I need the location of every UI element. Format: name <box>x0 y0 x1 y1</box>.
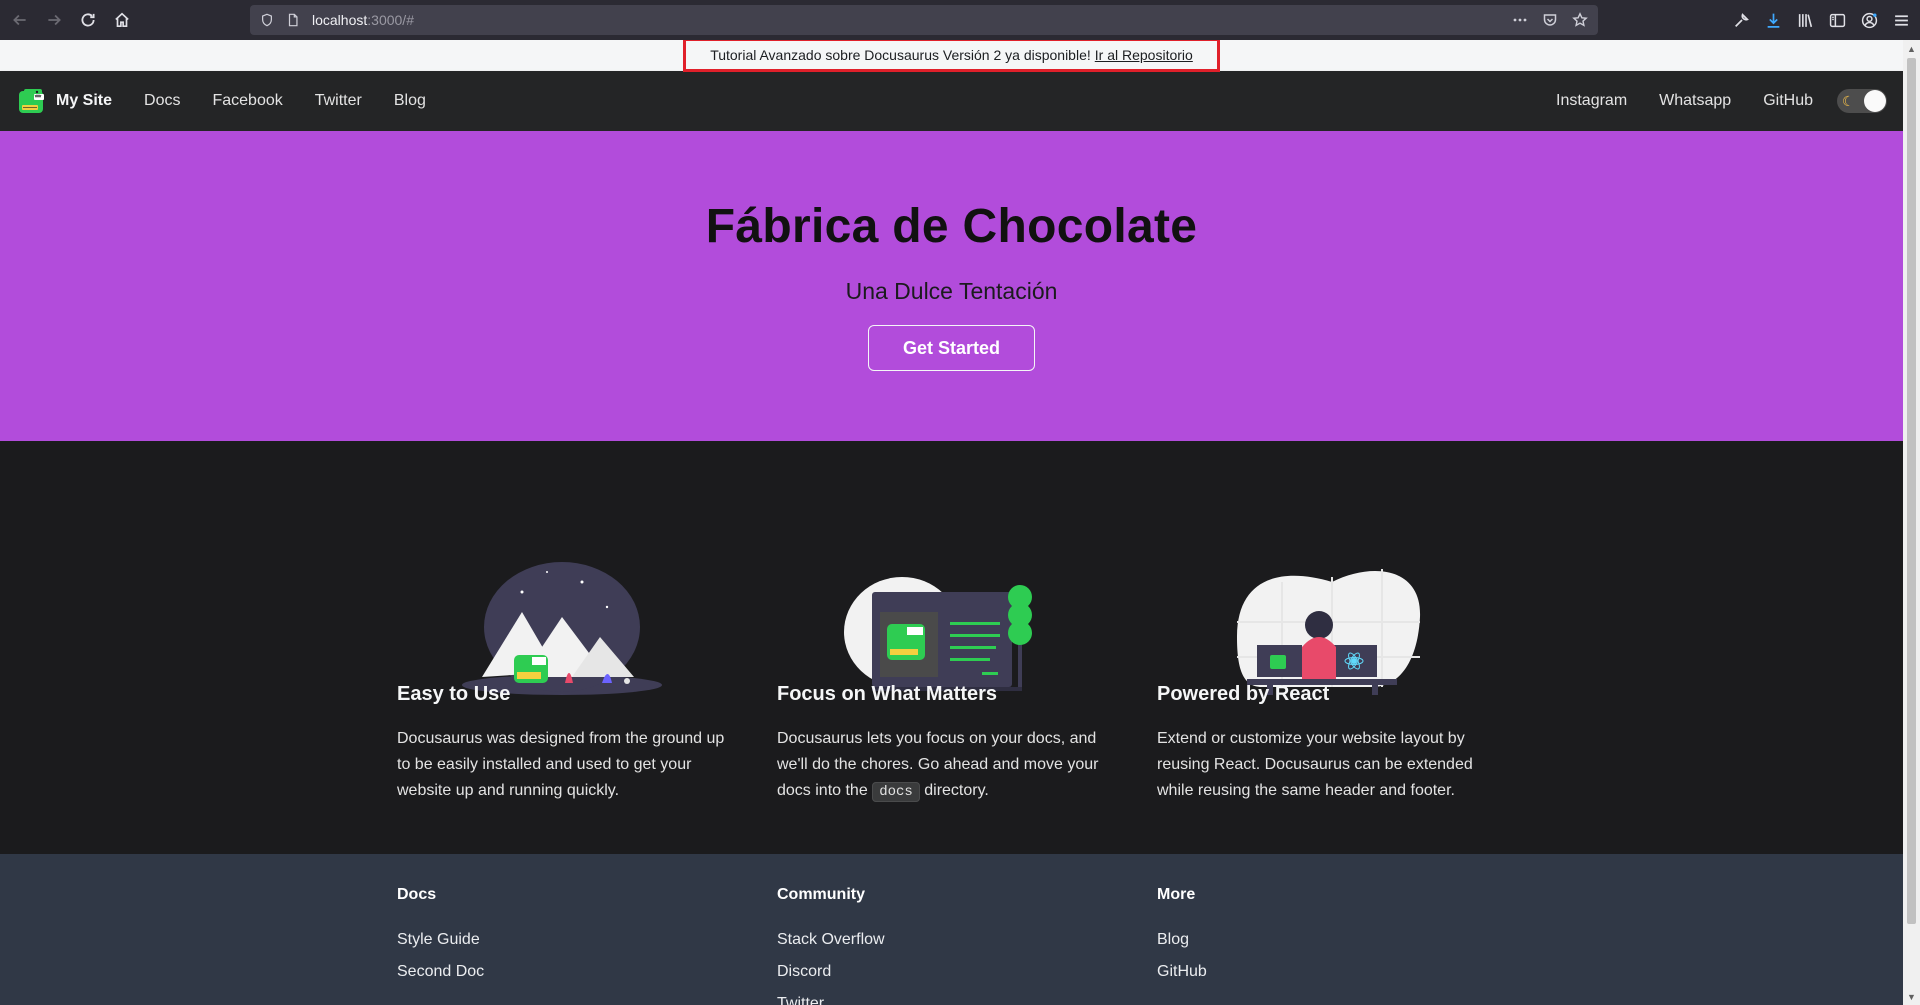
feature-description: Docusaurus was designed from the ground … <box>397 730 725 799</box>
hero-banner: Fábrica de Chocolate Una Dulce Tentación… <box>0 131 1903 441</box>
features-section: Easy to Use Docusaurus was designed from… <box>0 441 1903 854</box>
shield-icon[interactable] <box>258 11 276 29</box>
address-bar[interactable]: localhost:3000/# <box>250 5 1598 35</box>
feature-description: Extend or customize your website layout … <box>1157 730 1473 799</box>
brand-link[interactable]: My Site <box>16 85 112 117</box>
feature-text-after: directory. <box>924 782 989 799</box>
account-icon[interactable] <box>1858 9 1880 31</box>
docs-code: docs <box>872 782 920 802</box>
menu-icon[interactable] <box>1890 9 1912 31</box>
footer-column-title: Community <box>777 886 865 903</box>
url-host: localhost <box>312 12 368 28</box>
announcement-highlight: Tutorial Avanzado sobre Docusaurus Versi… <box>683 40 1220 72</box>
footer-link-second-doc[interactable]: Second Doc <box>397 956 741 988</box>
moon-icon: ☾ <box>1842 93 1855 109</box>
nav-link-github[interactable]: GitHub <box>1763 92 1813 110</box>
announcement-bar: Tutorial Avanzado sobre Docusaurus Versi… <box>0 40 1903 72</box>
footer-column-community: Community Stack Overflow Discord Twitter <box>761 886 1121 1005</box>
monitor-tree-illustration <box>844 577 1032 691</box>
brand-title: My Site <box>56 92 113 109</box>
hero-tagline: Una Dulce Tentación <box>845 278 1058 304</box>
announcement-text: Tutorial Avanzado sobre Docusaurus Versi… <box>710 47 1091 63</box>
browser-toolbar: localhost:3000/# <box>0 0 1920 40</box>
pocket-icon[interactable] <box>1540 10 1560 30</box>
footer-link-blog[interactable]: Blog <box>1157 924 1501 956</box>
bookmark-star-icon[interactable] <box>1570 10 1590 30</box>
page-icon[interactable] <box>284 11 302 29</box>
toggle-knob <box>1864 90 1886 112</box>
nav-link-twitter[interactable]: Twitter <box>315 92 362 110</box>
nav-link-blog[interactable]: Blog <box>394 92 426 110</box>
feature-title: Easy to Use <box>397 683 511 705</box>
footer-column-docs: Docs Style Guide Second Doc <box>381 886 741 988</box>
nav-link-facebook[interactable]: Facebook <box>212 92 282 110</box>
scrollbar-thumb[interactable] <box>1907 58 1916 924</box>
mountain-dinosaur-illustration <box>462 562 662 695</box>
feature-title: Powered by React <box>1157 683 1330 705</box>
download-icon[interactable] <box>1762 9 1784 31</box>
scroll-up-arrow-icon[interactable]: ▲ <box>1903 40 1920 57</box>
navbar: My Site Docs Facebook Twitter Blog Insta… <box>0 71 1903 131</box>
reload-icon[interactable] <box>72 4 104 36</box>
footer: Docs Style Guide Second Doc Community St… <box>0 854 1903 1005</box>
more-icon[interactable] <box>1510 10 1530 30</box>
page-viewport: Tutorial Avanzado sobre Docusaurus Versi… <box>0 40 1903 1005</box>
theme-toggle[interactable]: ☾ <box>1837 89 1887 113</box>
feature-description: Docusaurus lets you focus on your docs, … <box>777 726 1122 805</box>
footer-link-stack-overflow[interactable]: Stack Overflow <box>777 924 1121 956</box>
nav-link-instagram[interactable]: Instagram <box>1556 92 1627 110</box>
sidebar-icon[interactable] <box>1826 9 1848 31</box>
forward-icon[interactable] <box>38 4 70 36</box>
announcement-link[interactable]: Ir al Repositorio <box>1095 47 1193 63</box>
footer-column-title: Docs <box>397 886 437 903</box>
hero-title: Fábrica de Chocolate <box>705 200 1198 253</box>
footer-link-discord[interactable]: Discord <box>777 956 1121 988</box>
person-desk-react-illustration <box>1237 569 1421 695</box>
get-started-button[interactable]: Get Started <box>868 325 1035 371</box>
nav-link-docs[interactable]: Docs <box>144 92 180 110</box>
home-icon[interactable] <box>106 4 138 36</box>
footer-link-github[interactable]: GitHub <box>1157 956 1501 988</box>
wrench-icon[interactable] <box>1730 9 1752 31</box>
footer-link-style-guide[interactable]: Style Guide <box>397 924 741 956</box>
footer-column-more: More Blog GitHub <box>1141 886 1501 988</box>
back-icon[interactable] <box>4 4 36 36</box>
url-path: :3000/# <box>367 12 414 28</box>
scroll-down-arrow-icon[interactable]: ▼ <box>1903 988 1920 1005</box>
dinosaur-logo-icon <box>19 89 44 113</box>
library-icon[interactable] <box>1794 9 1816 31</box>
nav-link-whatsapp[interactable]: Whatsapp <box>1659 92 1731 110</box>
page-scrollbar[interactable]: ▲ ▼ <box>1903 40 1920 1005</box>
feature-title: Focus on What Matters <box>777 683 998 705</box>
footer-column-title: More <box>1157 886 1196 903</box>
footer-link-twitter[interactable]: Twitter <box>777 988 1121 1005</box>
